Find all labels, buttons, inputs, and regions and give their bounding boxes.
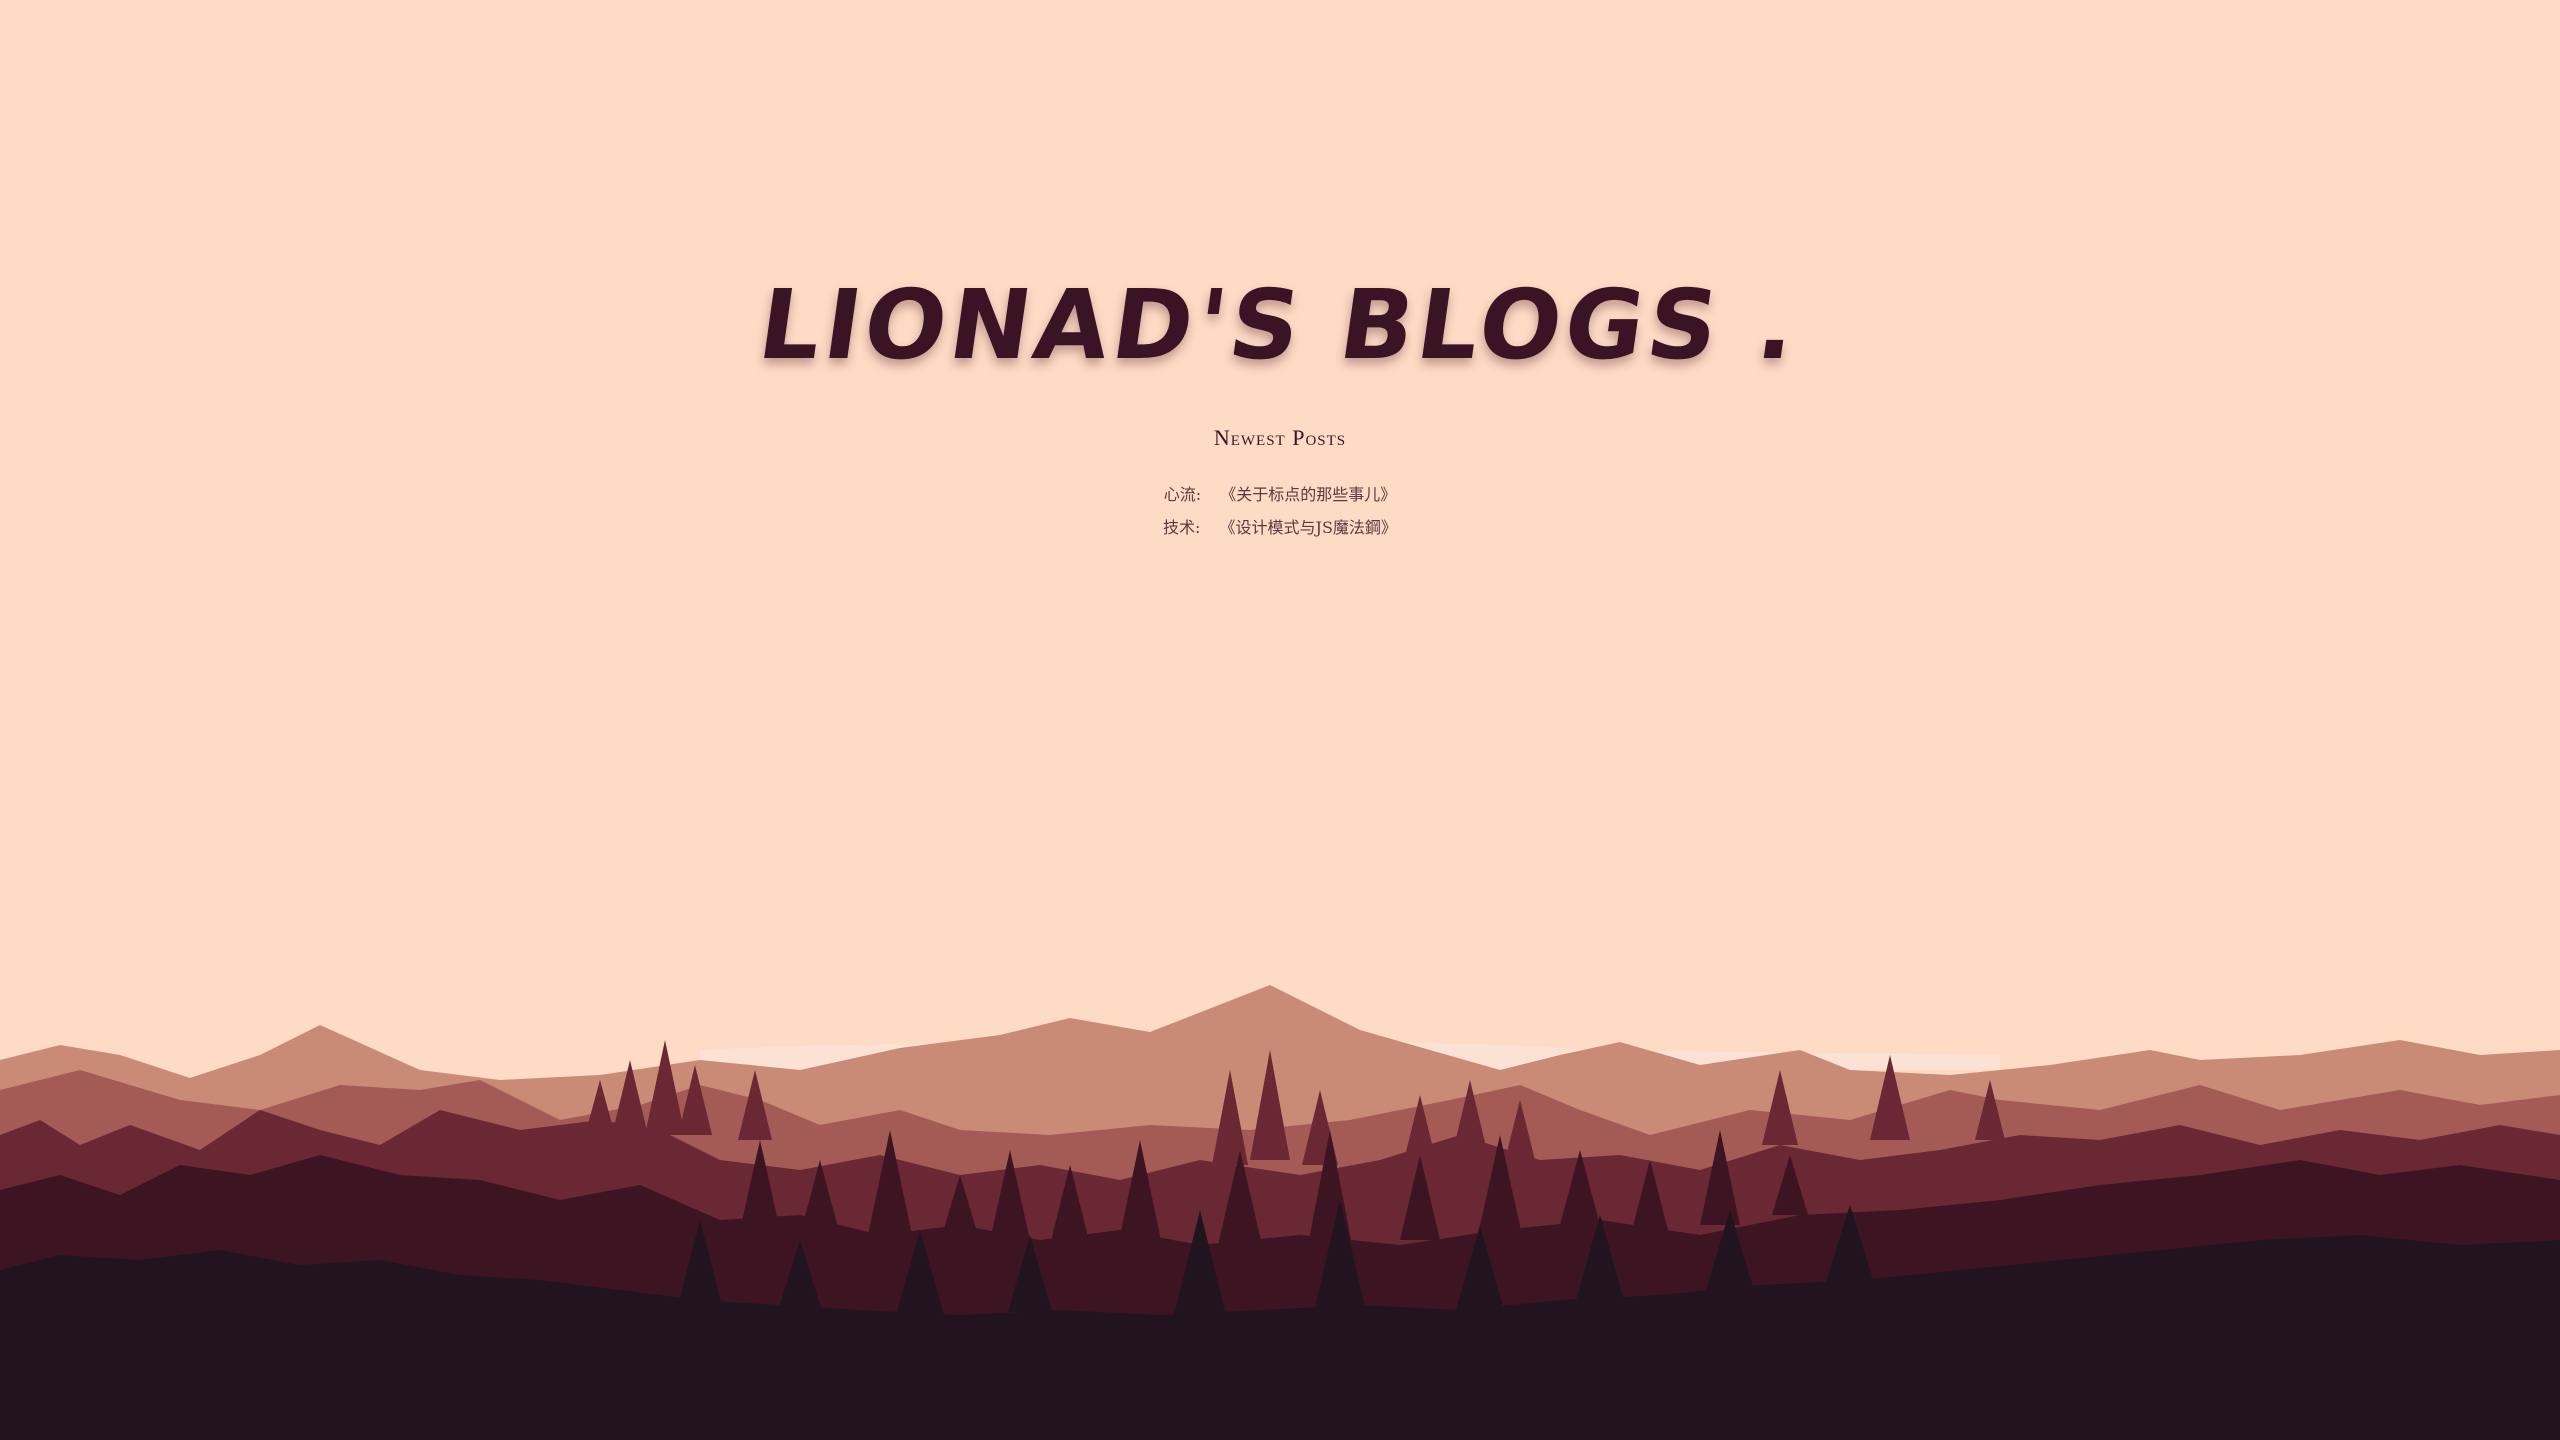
newest-posts-list: 心流: 《关于标点的那些事儿》 技术: 《设计模式与JS魔法鋼》 [0, 478, 2560, 544]
site-title[interactable]: LIONAD'S BLOGS . [750, 250, 1810, 400]
forest-landscape-illustration [0, 985, 2560, 1440]
list-item: 技术: 《设计模式与JS魔法鋼》 [0, 511, 2560, 544]
newest-posts-heading: Newest Posts [1213, 425, 1347, 450]
post-link[interactable]: 《设计模式与JS魔法鋼》 [1220, 518, 1397, 537]
site-header: LIONAD'S BLOGS . [0, 250, 2560, 400]
post-link[interactable]: 《关于标点的那些事儿》 [1220, 485, 1396, 504]
post-category: 技术: [1163, 518, 1201, 537]
page: LIONAD'S BLOGS . Newest Posts 心流: 《关于标点的… [0, 0, 2560, 1440]
list-item: 心流: 《关于标点的那些事儿》 [0, 478, 2560, 511]
post-category: 心流: [1163, 485, 1202, 504]
